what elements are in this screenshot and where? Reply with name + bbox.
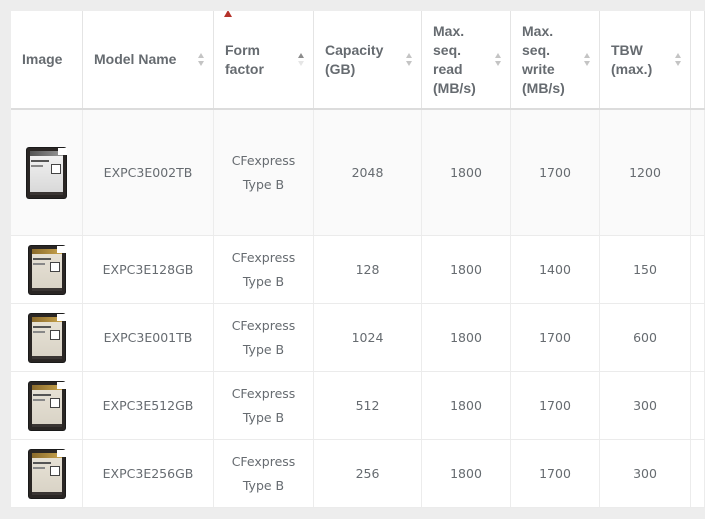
cell-tbw: 150	[600, 236, 691, 303]
table-row: EXPC3E001TB CFexpress Type B 1024 1800 1…	[11, 304, 705, 372]
header-max-seq-write[interactable]: Max. seq. write (MB/s)	[511, 11, 600, 108]
cell-model-name: EXPC3E001TB	[83, 304, 214, 371]
form-factor-line2: Type B	[242, 341, 285, 357]
cell-model-name: EXPC3E128GB	[83, 236, 214, 303]
cell-form-factor: CFexpress Type B	[214, 236, 314, 303]
form-factor-line1: CFexpress	[231, 152, 296, 168]
cfexpress-card-silver-icon	[27, 147, 67, 198]
cell-image	[11, 372, 83, 439]
form-factor-line1: CFexpress	[231, 317, 296, 333]
header-image-label: Image	[22, 51, 63, 67]
sort-arrows-icon[interactable]	[406, 53, 412, 67]
cell-form-factor: CFexpress Type B	[214, 304, 314, 371]
cfexpress-card-gold-icon	[28, 313, 66, 362]
header-max-seq-read-label: Max. seq. read (MB/s)	[433, 22, 476, 96]
cell-tbw: 600	[600, 304, 691, 371]
cell-tbw: 300	[600, 440, 691, 507]
cell-next-column	[691, 110, 705, 235]
form-factor-line2: Type B	[242, 477, 285, 493]
product-table: Image Model Name Form factor Capacity (G…	[11, 11, 705, 508]
sorted-column-indicator-icon	[224, 11, 232, 17]
cell-image	[11, 304, 83, 371]
header-model-name-label: Model Name	[94, 51, 177, 67]
cfexpress-card-gold-icon	[28, 449, 66, 498]
header-tbw-label: TBW (max.)	[611, 41, 653, 77]
cell-image	[11, 110, 83, 235]
cell-max-seq-write: 1700	[511, 304, 600, 371]
sort-arrows-icon[interactable]	[675, 53, 681, 67]
cell-capacity: 512	[314, 372, 422, 439]
cell-max-seq-read: 1800	[422, 372, 511, 439]
header-image: Image	[11, 11, 83, 108]
sort-arrows-icon[interactable]	[298, 53, 304, 67]
table-row: EXPC3E256GB CFexpress Type B 256 1800 17…	[11, 440, 705, 508]
cell-next-column	[691, 440, 705, 507]
cell-capacity: 2048	[314, 110, 422, 235]
cell-capacity: 128	[314, 236, 422, 303]
cfexpress-card-gold-icon	[28, 381, 66, 430]
header-max-seq-write-label: Max. seq. write (MB/s)	[522, 22, 565, 96]
table-header: Image Model Name Form factor Capacity (G…	[11, 11, 705, 110]
header-next-column	[691, 11, 705, 108]
sort-arrows-icon[interactable]	[584, 53, 590, 67]
cell-tbw: 1200	[600, 110, 691, 235]
header-capacity-label: Capacity (GB)	[325, 41, 384, 77]
cell-max-seq-read: 1800	[422, 236, 511, 303]
header-form-factor[interactable]: Form factor	[214, 11, 314, 108]
cell-image	[11, 440, 83, 507]
cell-next-column	[691, 372, 705, 439]
cell-max-seq-write: 1700	[511, 372, 600, 439]
table-row: EXPC3E512GB CFexpress Type B 512 1800 17…	[11, 372, 705, 440]
sort-arrows-icon[interactable]	[198, 53, 204, 67]
cell-form-factor: CFexpress Type B	[214, 372, 314, 439]
cell-max-seq-read: 1800	[422, 440, 511, 507]
sort-arrows-icon[interactable]	[495, 53, 501, 67]
cell-max-seq-write: 1400	[511, 236, 600, 303]
cell-model-name: EXPC3E256GB	[83, 440, 214, 507]
cell-model-name: EXPC3E512GB	[83, 372, 214, 439]
table-row: EXPC3E002TB CFexpress Type B 2048 1800 1…	[11, 110, 705, 236]
cell-max-seq-read: 1800	[422, 110, 511, 235]
cell-capacity: 256	[314, 440, 422, 507]
header-max-seq-read[interactable]: Max. seq. read (MB/s)	[422, 11, 511, 108]
cell-max-seq-write: 1700	[511, 440, 600, 507]
form-factor-line1: CFexpress	[231, 453, 296, 469]
form-factor-line2: Type B	[242, 176, 285, 192]
form-factor-line1: CFexpress	[231, 249, 296, 265]
header-model-name[interactable]: Model Name	[83, 11, 214, 108]
header-capacity[interactable]: Capacity (GB)	[314, 11, 422, 108]
header-form-factor-label: Form factor	[225, 41, 264, 77]
cell-tbw: 300	[600, 372, 691, 439]
cell-capacity: 1024	[314, 304, 422, 371]
header-tbw[interactable]: TBW (max.)	[600, 11, 691, 108]
cell-next-column	[691, 236, 705, 303]
cell-next-column	[691, 304, 705, 371]
cell-form-factor: CFexpress Type B	[214, 110, 314, 235]
cell-image	[11, 236, 83, 303]
cell-max-seq-read: 1800	[422, 304, 511, 371]
cfexpress-card-gold-icon	[28, 245, 66, 294]
form-factor-line2: Type B	[242, 409, 285, 425]
cell-max-seq-write: 1700	[511, 110, 600, 235]
cell-model-name: EXPC3E002TB	[83, 110, 214, 235]
form-factor-line2: Type B	[242, 273, 285, 289]
table-row: EXPC3E128GB CFexpress Type B 128 1800 14…	[11, 236, 705, 304]
cell-form-factor: CFexpress Type B	[214, 440, 314, 507]
form-factor-line1: CFexpress	[231, 385, 296, 401]
